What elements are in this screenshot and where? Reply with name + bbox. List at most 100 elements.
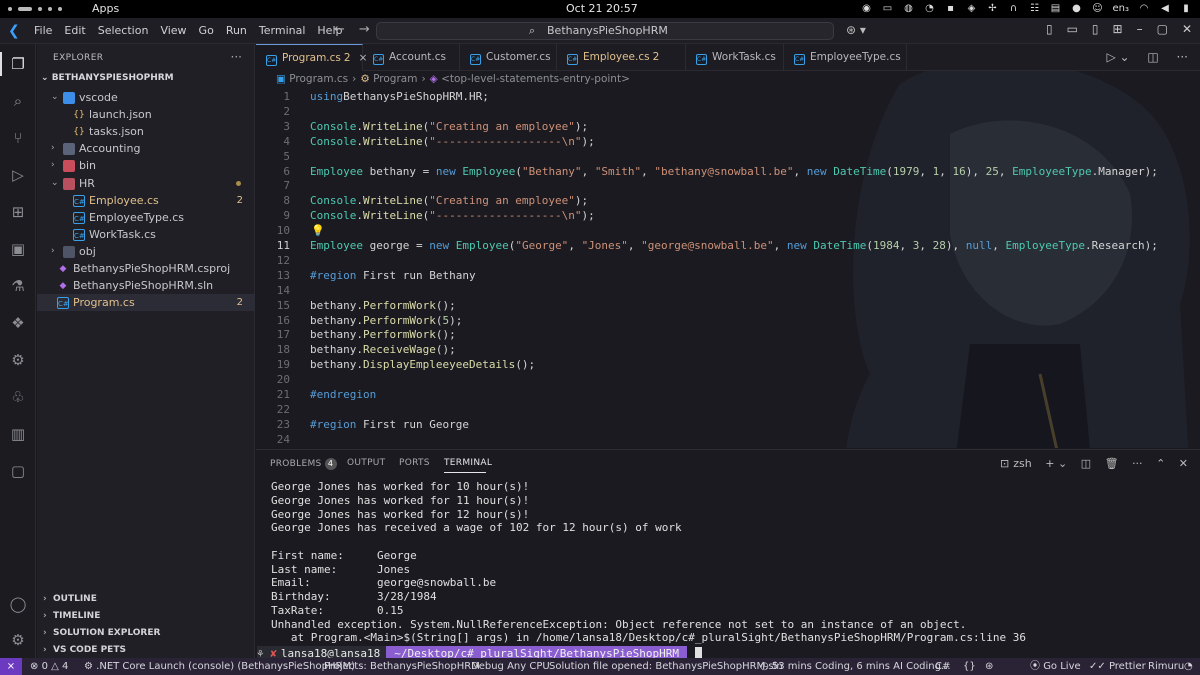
terminal-prompt[interactable]: ⚘ ✘ lansa18@lansa18 ~/Desktop/c#_pluralSig… xyxy=(257,646,702,658)
more-icon[interactable]: ··· xyxy=(1132,457,1143,470)
tree-item[interactable]: {} launch.json xyxy=(37,106,255,123)
tree-item[interactable]: C# EmployeeType.cs xyxy=(37,209,255,226)
close-panel-icon[interactable]: ✕ xyxy=(1179,457,1188,470)
github-icon[interactable]: ● xyxy=(1071,3,1083,15)
search-view-icon[interactable]: ⌕ xyxy=(8,91,28,111)
shell-name[interactable]: zsh xyxy=(1013,457,1031,470)
editor-tab[interactable]: C# Employee.cs 2 xyxy=(557,44,686,71)
build-config[interactable]: Debug Any CPU xyxy=(471,658,550,675)
menu-go[interactable]: Go xyxy=(193,24,220,37)
maximize-panel-icon[interactable]: ⌃ xyxy=(1156,457,1165,470)
language-mode[interactable]: C# xyxy=(935,658,950,675)
menu-run[interactable]: Run xyxy=(220,24,253,37)
fan-icon[interactable]: ✢ xyxy=(987,3,999,15)
problems-status[interactable]: ⊗ 0 △ 4 xyxy=(30,658,68,675)
remote-indicator-icon[interactable]: ⨯ xyxy=(0,658,22,675)
volume-icon[interactable]: ◀ xyxy=(1159,3,1171,15)
section-solution-explorer[interactable]: › SOLUTION EXPLORER xyxy=(37,625,255,642)
language-indicator[interactable]: en₃ xyxy=(1113,3,1130,15)
split-terminal-icon[interactable]: ◫ xyxy=(1081,457,1091,470)
run-debug-icon[interactable]: ▷ xyxy=(8,165,28,185)
editor-tab[interactable]: C# WorkTask.cs xyxy=(686,44,784,71)
toggle-secondary-sidebar-icon[interactable]: ▯ xyxy=(1092,22,1099,36)
tree-item[interactable]: ◆ BethanysPieShopHRM.sln xyxy=(37,277,255,294)
editor-tab[interactable]: C# Account.cs xyxy=(363,44,460,71)
launch-config[interactable]: ⚙ .NET Core Launch (console) (BethanysPi… xyxy=(84,658,355,675)
screen-icon[interactable]: ▭ xyxy=(882,3,894,15)
list-icon[interactable]: ☷ xyxy=(1029,3,1041,15)
camera-icon[interactable]: ◉ xyxy=(861,3,873,15)
lightbulb-icon[interactable]: 💡 xyxy=(311,223,325,238)
braces-icon[interactable]: {} xyxy=(963,658,976,675)
minimize-icon[interactable]: – xyxy=(1137,22,1143,36)
toggle-panel-icon[interactable]: ▭ xyxy=(1067,22,1078,36)
docker-icon[interactable]: ⚙ xyxy=(8,350,28,370)
tree-item[interactable]: {} tasks.json xyxy=(37,123,255,140)
tab-problems[interactable]: PROBLEMS 4 xyxy=(270,458,337,470)
tray-app-icon[interactable]: ◍ xyxy=(903,3,915,15)
new-terminal-icon[interactable]: + ⌄ xyxy=(1045,457,1067,470)
editor-tab[interactable]: C# Program.cs 2 × xyxy=(256,44,367,71)
tree-item[interactable]: C# Program.cs 2 xyxy=(37,294,255,312)
forward-arrow-icon[interactable]: → xyxy=(359,22,370,37)
package-icon[interactable]: ▥ xyxy=(8,424,28,444)
explorer-icon[interactable]: ❐ xyxy=(8,54,28,74)
manage-gear-icon[interactable]: ⚙ xyxy=(8,630,28,650)
folder-tray-icon[interactable]: ▤ xyxy=(1050,3,1062,15)
workspace-root[interactable]: ⌄ BETHANYSPIESHOPHRM xyxy=(41,73,174,83)
toggle-sidebar-icon[interactable]: ▯ xyxy=(1046,22,1053,36)
menu-selection[interactable]: Selection xyxy=(92,24,155,37)
accounts-icon[interactable]: ◯ xyxy=(8,594,28,614)
breadcrumb-class[interactable]: Program xyxy=(373,73,417,85)
theme-status[interactable]: Rimuru xyxy=(1148,658,1184,675)
projects-status[interactable]: Projects: BethanysPieShopHRM xyxy=(324,658,480,675)
wifi-icon[interactable]: ◠ xyxy=(1138,3,1150,15)
tab-terminal[interactable]: TERMINAL xyxy=(444,458,492,468)
tree-item[interactable]: › bin xyxy=(37,157,255,174)
copilot-status-icon[interactable]: ⊛ xyxy=(985,658,993,675)
menu-edit[interactable]: Edit xyxy=(58,24,91,37)
more-actions-icon[interactable]: ··· xyxy=(231,50,242,64)
extensions-icon[interactable]: ⊞ xyxy=(8,202,28,222)
discord-icon[interactable]: ◔ xyxy=(924,3,936,15)
tree-item[interactable]: ⌄ HR xyxy=(37,175,255,192)
section-vscode-pets[interactable]: › VS CODE PETS xyxy=(37,642,255,659)
tree-icon[interactable]: ♧ xyxy=(8,387,28,407)
tree-item[interactable]: ◆ BethanysPieShopHRM.csproj xyxy=(37,260,255,277)
source-control-icon[interactable]: ⑂ xyxy=(8,128,28,148)
run-icon[interactable]: ▷ ⌄ xyxy=(1106,50,1129,64)
section-timeline[interactable]: › TIMELINE xyxy=(37,608,255,625)
clock[interactable]: Oct 21 20:57 xyxy=(566,2,638,15)
arc-icon[interactable]: ∩ xyxy=(1008,3,1020,15)
editor-tab[interactable]: C# EmployeeType.cs xyxy=(784,44,907,71)
menu-terminal[interactable]: Terminal xyxy=(253,24,312,37)
notifications-bell-icon[interactable]: ◔ xyxy=(1184,658,1193,675)
breadcrumb-file[interactable]: Program.cs xyxy=(289,73,348,85)
go-live-button[interactable]: ⦿ Go Live xyxy=(1030,658,1081,675)
section-outline[interactable]: › OUTLINE xyxy=(37,591,255,608)
chat-view-icon[interactable]: ▢ xyxy=(8,461,28,481)
kill-terminal-icon[interactable]: 🗑 xyxy=(1105,457,1119,470)
editor-tab[interactable]: C# Customer.cs xyxy=(460,44,557,71)
tab-ports[interactable]: PORTS xyxy=(399,458,430,468)
testing-icon[interactable]: ⚗ xyxy=(8,276,28,296)
apps-label[interactable]: Apps xyxy=(92,2,119,15)
more-actions-icon[interactable]: ··· xyxy=(1177,50,1188,64)
menu-view[interactable]: View xyxy=(154,24,192,37)
tree-item[interactable]: C# Employee.cs 2 xyxy=(37,192,255,209)
tree-item[interactable]: › obj xyxy=(37,243,255,260)
menu-file[interactable]: File xyxy=(28,24,58,37)
activities-indicator[interactable] xyxy=(8,4,78,14)
wakatime-status[interactable]: ◷ 53 mins Coding, 6 mins AI Coding... xyxy=(760,658,951,675)
solution-status[interactable]: Solution file opened: BethanysPieShopHRM… xyxy=(549,658,783,675)
accessibility-icon[interactable]: ☺ xyxy=(1092,3,1104,15)
maximize-icon[interactable]: ▢ xyxy=(1157,22,1168,36)
tab-output[interactable]: OUTPUT xyxy=(347,458,385,468)
split-editor-icon[interactable]: ◫ xyxy=(1147,50,1158,64)
chat-icon[interactable]: ▪ xyxy=(945,3,957,15)
close-window-icon[interactable]: ✕ xyxy=(1182,22,1192,36)
battery-icon[interactable]: ▮ xyxy=(1180,3,1192,15)
back-arrow-icon[interactable]: ← xyxy=(334,22,345,37)
github-actions-icon[interactable]: ❖ xyxy=(8,313,28,333)
tree-item[interactable]: C# WorkTask.cs xyxy=(37,226,255,243)
